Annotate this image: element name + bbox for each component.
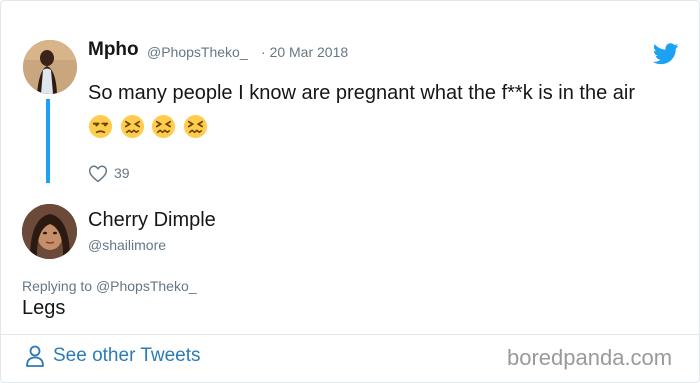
reply-author-name[interactable]: Cherry Dimple [88, 209, 216, 232]
twitter-bird-icon[interactable] [653, 43, 679, 65]
author-name[interactable]: Mpho [88, 39, 139, 61]
reply-text: Legs [22, 297, 66, 319]
heart-icon [88, 164, 108, 182]
like-count: 39 [114, 165, 130, 181]
replying-to-handle-link[interactable]: @PhopsTheko_ [96, 278, 197, 294]
confounded-face-icon [183, 115, 207, 139]
tweet-card: Mpho @PhopsTheko_ · 20 Mar 2018 So many … [0, 0, 700, 383]
replying-to: Replying to @PhopsTheko_ [22, 278, 197, 294]
see-other-tweets-link[interactable]: See other Tweets [25, 345, 201, 367]
boredpanda-watermark: boredpanda.com [507, 345, 673, 370]
author-avatar[interactable] [23, 40, 77, 94]
confounded-face-icon [120, 115, 144, 139]
unamused-face-icon [88, 115, 113, 139]
author-handle[interactable]: @PhopsTheko_ [147, 44, 248, 60]
tweet-date[interactable]: · 20 Mar 2018 [261, 44, 348, 60]
footer-divider [1, 334, 699, 335]
tweet-text: So many people I know are pregnant what … [88, 77, 648, 143]
see-other-tweets-label: See other Tweets [53, 345, 201, 366]
confounded-face-icon [152, 115, 176, 139]
reply-author-handle[interactable]: @shailimore [88, 237, 166, 253]
thread-line [46, 99, 50, 183]
reply-author-avatar[interactable] [22, 204, 77, 259]
person-icon [26, 345, 44, 367]
like-button[interactable]: 39 [88, 161, 130, 185]
